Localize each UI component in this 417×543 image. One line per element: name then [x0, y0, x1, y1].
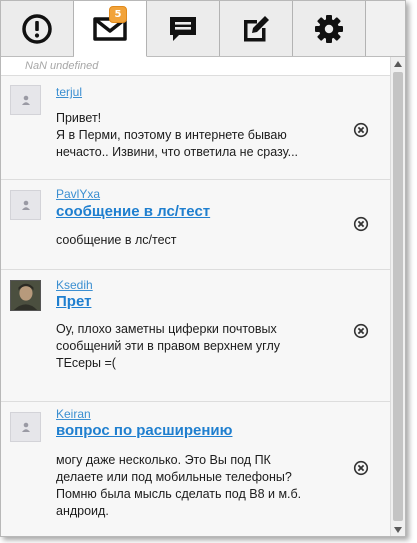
- message-body: могу даже несколько. Это Вы под ПК делае…: [56, 453, 302, 518]
- tab-bar: 5: [1, 1, 405, 57]
- user-placeholder-icon: [21, 422, 30, 432]
- tab-messages[interactable]: 5: [74, 1, 147, 57]
- close-icon[interactable]: [353, 122, 369, 138]
- message-subject[interactable]: Прет: [56, 293, 91, 310]
- vertical-scrollbar[interactable]: [390, 57, 405, 536]
- message-author[interactable]: PavlYxa: [56, 187, 100, 201]
- avatar[interactable]: [10, 85, 41, 115]
- triangle-up-icon: [394, 61, 402, 67]
- exclamation-icon: [22, 13, 52, 44]
- edit-icon: [244, 15, 269, 41]
- list-item: Ksedih Прет Оу, плохо заметны циферки по…: [1, 269, 390, 401]
- message-author[interactable]: Ksedih: [56, 278, 93, 292]
- scroll-up-arrow[interactable]: [391, 57, 405, 71]
- close-icon[interactable]: [353, 460, 369, 476]
- message-body: Привет! Я в Перми, поэтому в интернете б…: [56, 111, 299, 159]
- tab-settings[interactable]: [293, 1, 366, 56]
- triangle-down-icon: [394, 527, 402, 533]
- unread-count-badge: 5: [109, 6, 127, 23]
- message-list[interactable]: NaN undefined terjul Привет! Я в Перми, …: [1, 57, 390, 536]
- list-item: terjul Привет! Я в Перми, поэтому в инте…: [1, 75, 390, 179]
- close-icon[interactable]: [353, 216, 369, 232]
- popup-window: 5 NaN undefined terjul Привет! Я в Перми…: [0, 0, 406, 537]
- scroll-thumb[interactable]: [393, 72, 403, 521]
- tab-alerts[interactable]: [1, 1, 74, 56]
- message-body: Оу, плохо заметны циферки почтовых сообщ…: [56, 322, 280, 370]
- message-subject[interactable]: сообщение в лс/тест: [56, 203, 210, 220]
- list-item: PavlYxa сообщение в лс/тест сообщение в …: [1, 179, 390, 269]
- avatar[interactable]: [10, 190, 41, 220]
- user-placeholder-icon: [21, 200, 30, 210]
- message-author[interactable]: Keiran: [56, 407, 91, 421]
- list-item: Keiran вопрос по расширению могу даже не…: [1, 401, 390, 536]
- message-body: сообщение в лс/тест: [56, 233, 177, 247]
- avatar[interactable]: [10, 412, 41, 442]
- chat-bubble-icon: [170, 16, 196, 41]
- tab-chat[interactable]: [147, 1, 220, 56]
- message-author[interactable]: terjul: [56, 85, 82, 99]
- gear-icon: [315, 14, 343, 43]
- user-placeholder-icon: [21, 95, 30, 105]
- tab-compose[interactable]: [220, 1, 293, 56]
- avatar[interactable]: [10, 280, 41, 311]
- message-subject[interactable]: вопрос по расширению: [56, 422, 232, 439]
- scroll-down-arrow[interactable]: [391, 523, 405, 536]
- status-line: NaN undefined: [1, 57, 390, 75]
- close-icon[interactable]: [353, 323, 369, 339]
- user-photo-icon: [11, 281, 40, 310]
